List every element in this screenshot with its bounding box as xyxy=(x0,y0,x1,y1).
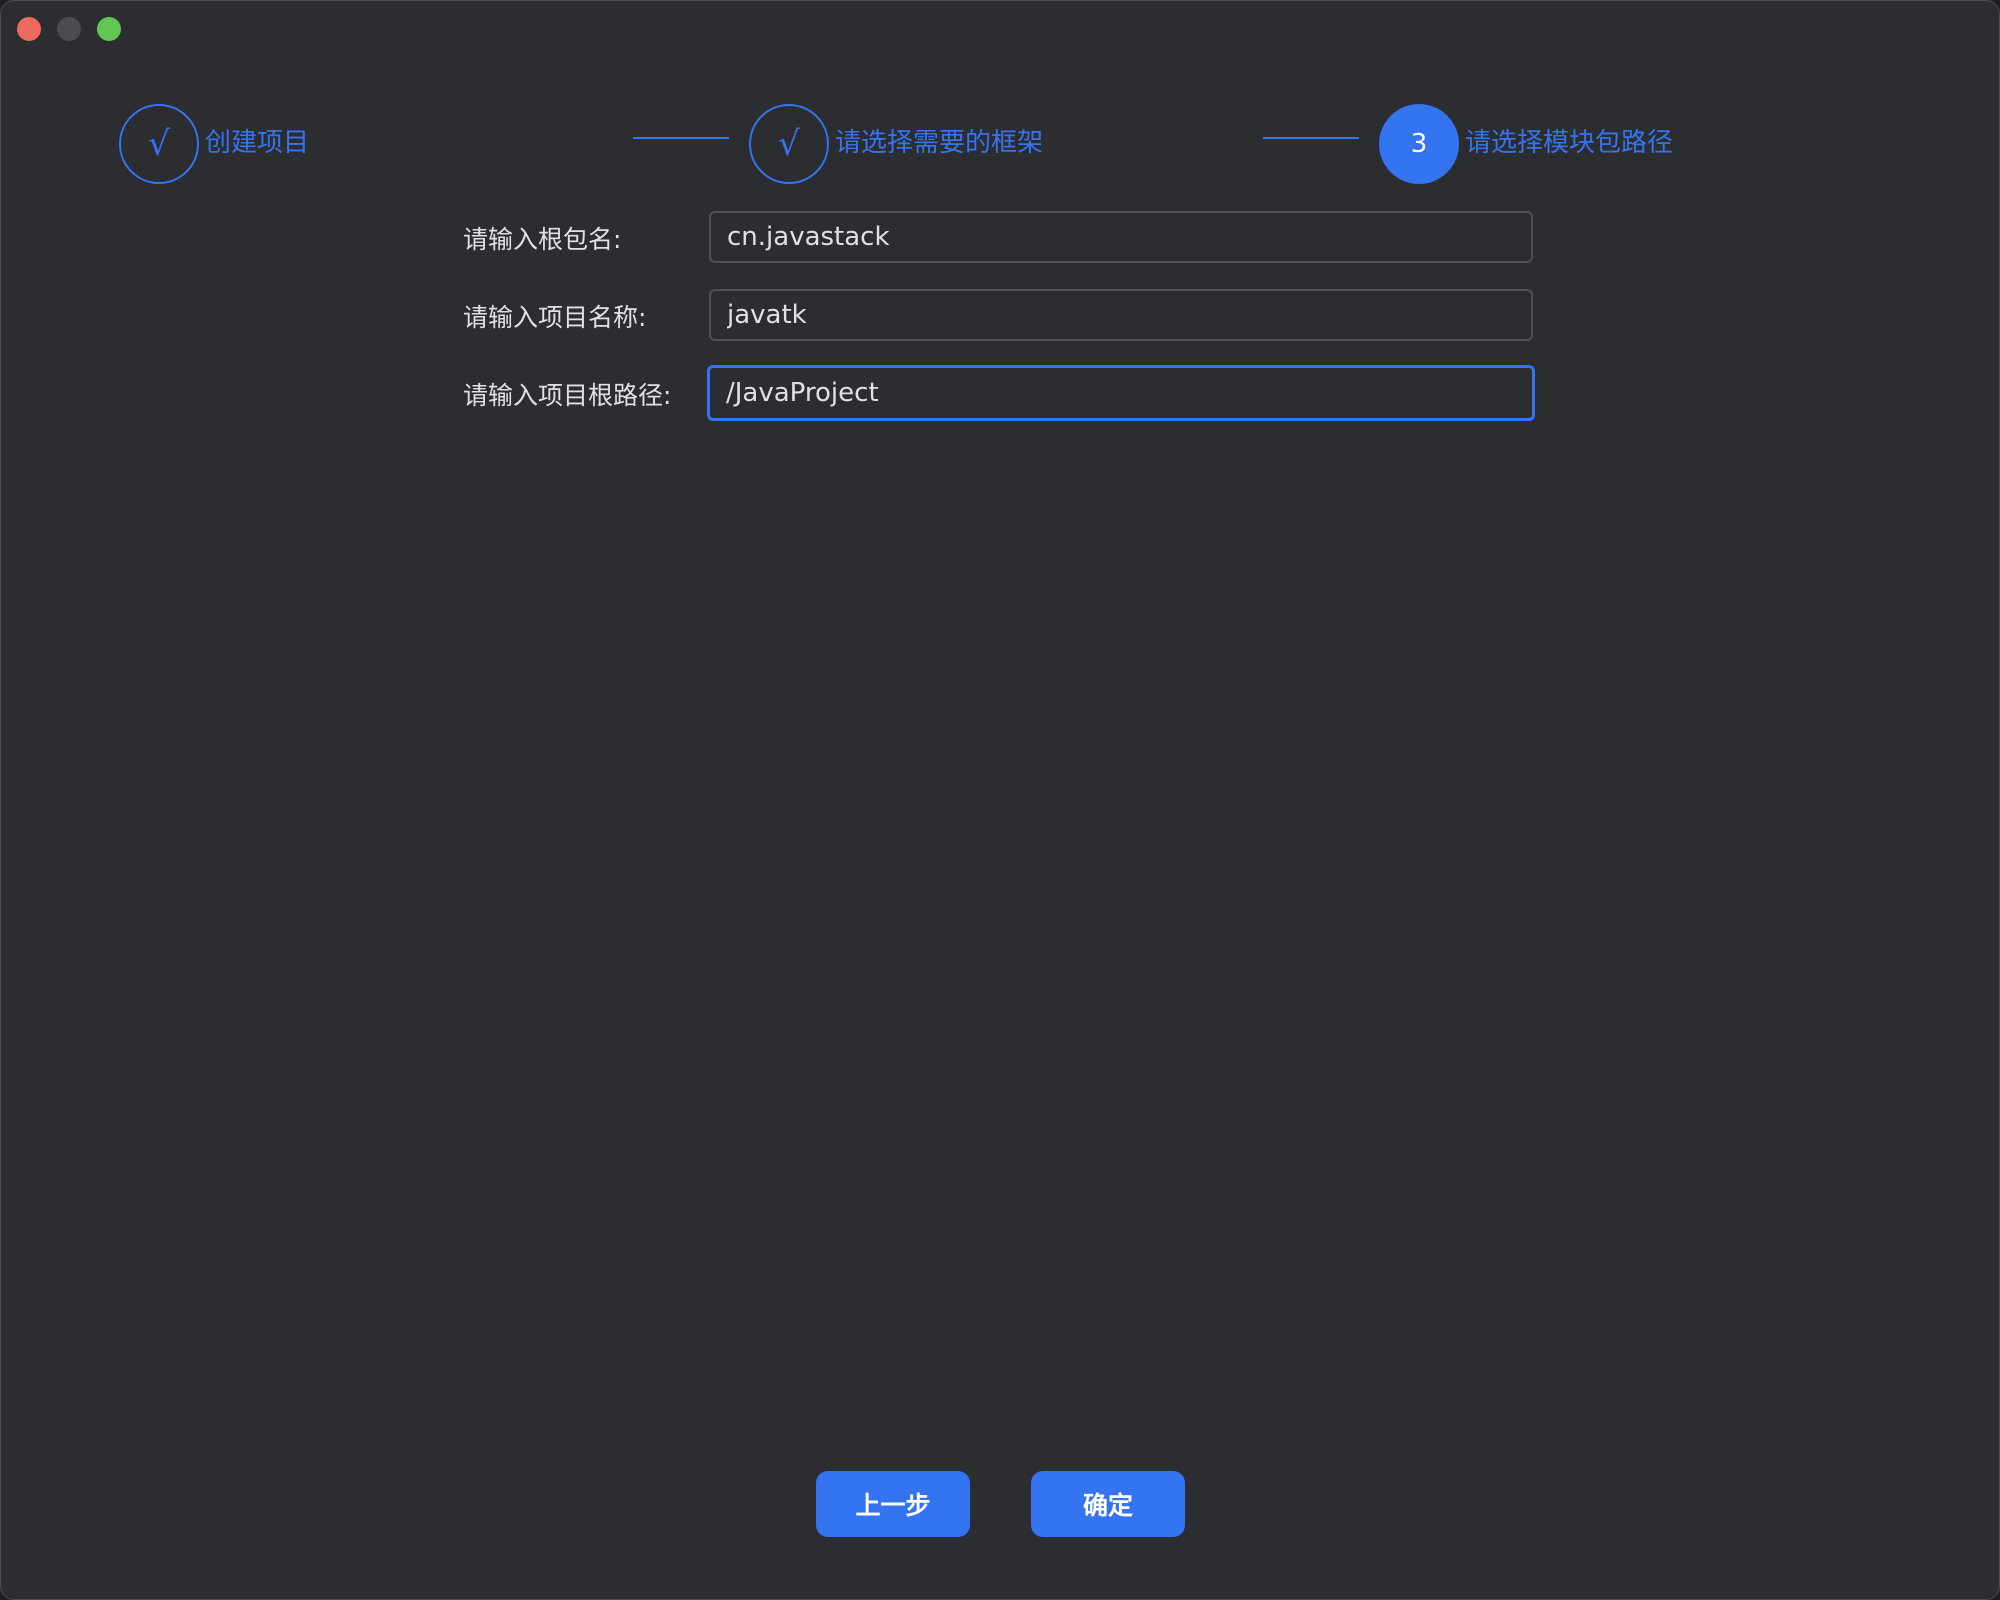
project-name-input[interactable] xyxy=(709,289,1533,341)
step-2-label: 请选择需要的框架 xyxy=(835,128,1043,158)
close-window-button[interactable] xyxy=(17,17,41,41)
project-root-path-input[interactable] xyxy=(707,365,1535,421)
maximize-window-button[interactable] xyxy=(97,17,121,41)
previous-step-button[interactable]: 上一步 xyxy=(816,1471,970,1537)
project-name-label: 请输入项目名称: xyxy=(463,303,646,333)
step-3-number: 3 xyxy=(1379,104,1459,184)
minimize-window-button[interactable] xyxy=(57,17,81,41)
root-package-label: 请输入根包名: xyxy=(463,225,621,255)
wizard-window: √ 创建项目 √ 请选择需要的框架 3 请选择模块包路径 请输入根包名: 请输入… xyxy=(0,0,2000,1600)
step-1-check-icon: √ xyxy=(119,104,199,184)
confirm-button[interactable]: 确定 xyxy=(1031,1471,1185,1537)
step-connector xyxy=(633,137,729,139)
step-3-label: 请选择模块包路径 xyxy=(1465,128,1673,158)
root-package-input[interactable] xyxy=(709,211,1533,263)
step-connector xyxy=(1263,137,1359,139)
step-1-label: 创建项目 xyxy=(205,128,309,158)
project-root-path-label: 请输入项目根路径: xyxy=(463,381,671,411)
step-2-check-icon: √ xyxy=(749,104,829,184)
